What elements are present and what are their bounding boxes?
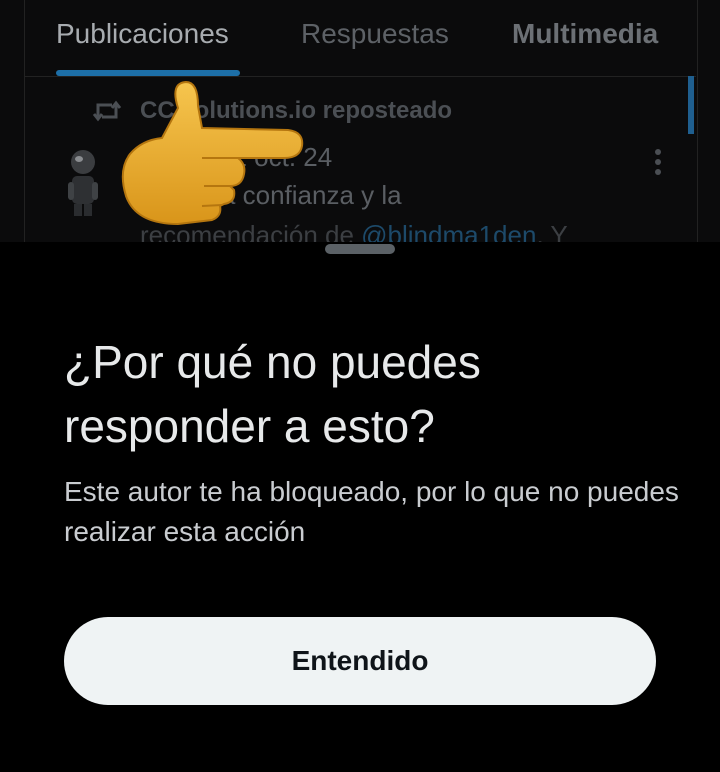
post-text-suffix: . Y [536, 220, 568, 242]
active-tab-indicator [56, 70, 240, 76]
avatar[interactable] [62, 148, 104, 218]
mention-link[interactable]: @blindma1den [361, 220, 536, 242]
tab-publicaciones[interactable]: Publicaciones [56, 18, 229, 50]
background-profile-view: Publicaciones Respuestas Multimedia CC s… [0, 0, 720, 242]
sheet-drag-handle[interactable] [325, 244, 395, 254]
tab-respuestas[interactable]: Respuestas [301, 18, 449, 50]
entendido-button[interactable]: Entendido [64, 617, 656, 705]
sheet-title: ¿Por qué no puedes responder a esto? [64, 336, 481, 452]
scrollbar-thumb[interactable] [688, 76, 694, 134]
sheet-body-text: Este autor te ha bloqueado, por lo que n… [64, 476, 679, 547]
tab-multimedia[interactable]: Multimedia [512, 18, 658, 50]
pointing-hand-emoji [121, 80, 304, 226]
bottom-sheet: ¿Por qué no puedes responder a esto? Est… [0, 242, 720, 772]
profile-tabs: Publicaciones Respuestas Multimedia [24, 0, 696, 77]
more-vertical-icon[interactable] [648, 148, 668, 176]
